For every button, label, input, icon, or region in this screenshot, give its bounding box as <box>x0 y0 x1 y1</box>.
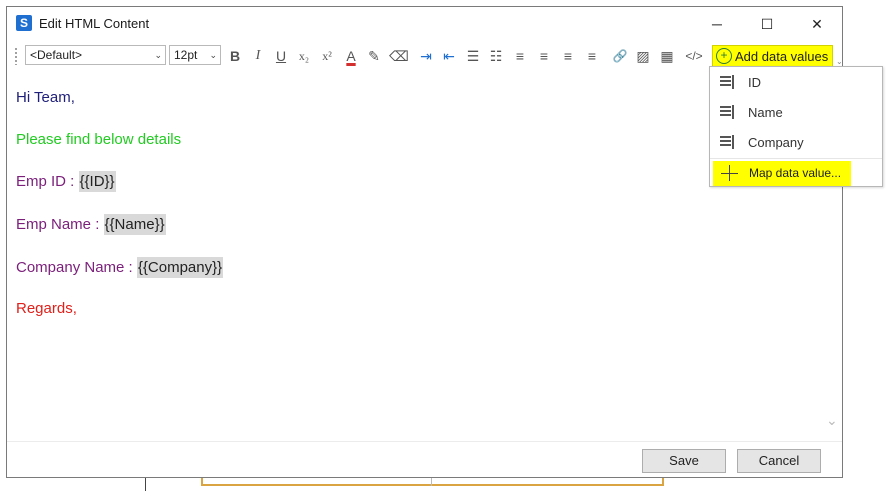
menu-item-company[interactable]: Company <box>710 130 882 156</box>
background-divider <box>145 478 146 491</box>
add-circle-icon: + <box>716 48 732 64</box>
menu-item-label: Company <box>748 135 804 150</box>
menu-item-label: ID <box>748 75 761 90</box>
subscript-button[interactable]: x₂ <box>295 47 313 65</box>
data-field-icon <box>720 135 734 149</box>
company-token[interactable]: {{Company}} <box>136 257 224 278</box>
save-button[interactable]: Save <box>642 449 726 473</box>
dialog-title: Edit HTML Content <box>39 16 150 31</box>
underline-button[interactable]: U <box>272 47 290 65</box>
data-values-menu: ID Name Company Map data value... <box>709 66 883 187</box>
menu-item-name[interactable]: Name <box>710 100 882 126</box>
emp-name-line: Emp Name : {{Name}} <box>16 214 166 235</box>
background-panel <box>201 478 664 486</box>
superscript-button[interactable]: x² <box>318 47 336 65</box>
menu-divider <box>710 158 882 159</box>
insert-link-button[interactable]: 🔗 <box>611 47 629 65</box>
closing-text: Regards, <box>16 300 77 317</box>
plus-icon <box>721 173 738 174</box>
app-logo-icon: S <box>16 15 32 31</box>
map-data-value-button[interactable]: Map data value... <box>713 161 851 186</box>
add-data-values-label: Add data values <box>735 49 829 64</box>
clear-format-button[interactable]: ⌫ <box>389 47 409 65</box>
align-left-button[interactable]: ≡ <box>511 47 529 65</box>
data-field-icon <box>720 105 734 119</box>
numbered-list-button[interactable]: ☷ <box>487 47 505 65</box>
chevron-down-icon[interactable]: ⌄ <box>836 57 843 66</box>
html-editor-area[interactable]: Hi Team, Please find below details Emp I… <box>7 71 825 441</box>
indent-button[interactable]: ⇥ <box>417 47 435 65</box>
chevron-down-icon: ⌄ <box>209 50 217 60</box>
data-field-icon <box>720 75 734 89</box>
align-right-button[interactable]: ≡ <box>559 47 577 65</box>
cancel-button[interactable]: Cancel <box>737 449 821 473</box>
toolbar-grip-icon[interactable] <box>14 47 18 65</box>
greeting-text: Hi Team, <box>16 89 75 106</box>
font-size-select[interactable]: 12pt ⌄ <box>169 45 221 65</box>
justify-button[interactable]: ≡ <box>583 47 601 65</box>
font-size-value: 12pt <box>174 48 198 62</box>
background-panel-divider <box>431 478 432 486</box>
map-data-value-label: Map data value... <box>749 166 842 180</box>
minimize-button[interactable]: ─ <box>697 11 737 37</box>
emp-id-line: Emp ID : {{ID}} <box>16 171 116 192</box>
menu-item-label: Name <box>748 105 783 120</box>
closing-line: Regards, <box>16 300 77 317</box>
maximize-button[interactable]: ☐ <box>747 11 787 37</box>
insert-image-button[interactable]: ▨ <box>634 47 652 65</box>
intro-text: Please find below details <box>16 131 182 148</box>
source-code-button[interactable]: </> <box>685 47 703 65</box>
emp-name-label: Emp Name : <box>16 216 104 233</box>
intro-line: Please find below details <box>16 131 181 148</box>
emp-id-token[interactable]: {{ID}} <box>78 171 116 192</box>
insert-table-button[interactable]: ▦ <box>658 47 676 65</box>
title-bar: S Edit HTML Content ─ ☐ ✕ <box>7 7 842 40</box>
scroll-down-icon[interactable]: ⌄ <box>826 412 838 429</box>
close-button[interactable]: ✕ <box>797 11 837 37</box>
company-line: Company Name : {{Company}} <box>16 257 224 278</box>
outdent-button[interactable]: ⇤ <box>440 47 458 65</box>
chevron-down-icon: ⌄ <box>154 50 162 60</box>
highlight-button[interactable]: ✎ <box>365 47 383 65</box>
add-data-values-button[interactable]: + Add data values <box>712 45 833 68</box>
emp-id-label: Emp ID : <box>16 173 79 190</box>
font-color-button[interactable]: A <box>342 47 360 65</box>
bullet-list-button[interactable]: ☰ <box>464 47 482 65</box>
font-family-value: <Default> <box>30 48 83 62</box>
bold-button[interactable]: B <box>226 47 244 65</box>
greeting-line: Hi Team, <box>16 89 75 106</box>
company-label: Company Name : <box>16 259 137 276</box>
menu-item-id[interactable]: ID <box>710 70 882 96</box>
font-family-select[interactable]: <Default> ⌄ <box>25 45 166 65</box>
italic-button[interactable]: I <box>249 47 267 65</box>
emp-name-token[interactable]: {{Name}} <box>103 214 166 235</box>
align-center-button[interactable]: ≡ <box>535 47 553 65</box>
footer-divider <box>7 441 842 442</box>
